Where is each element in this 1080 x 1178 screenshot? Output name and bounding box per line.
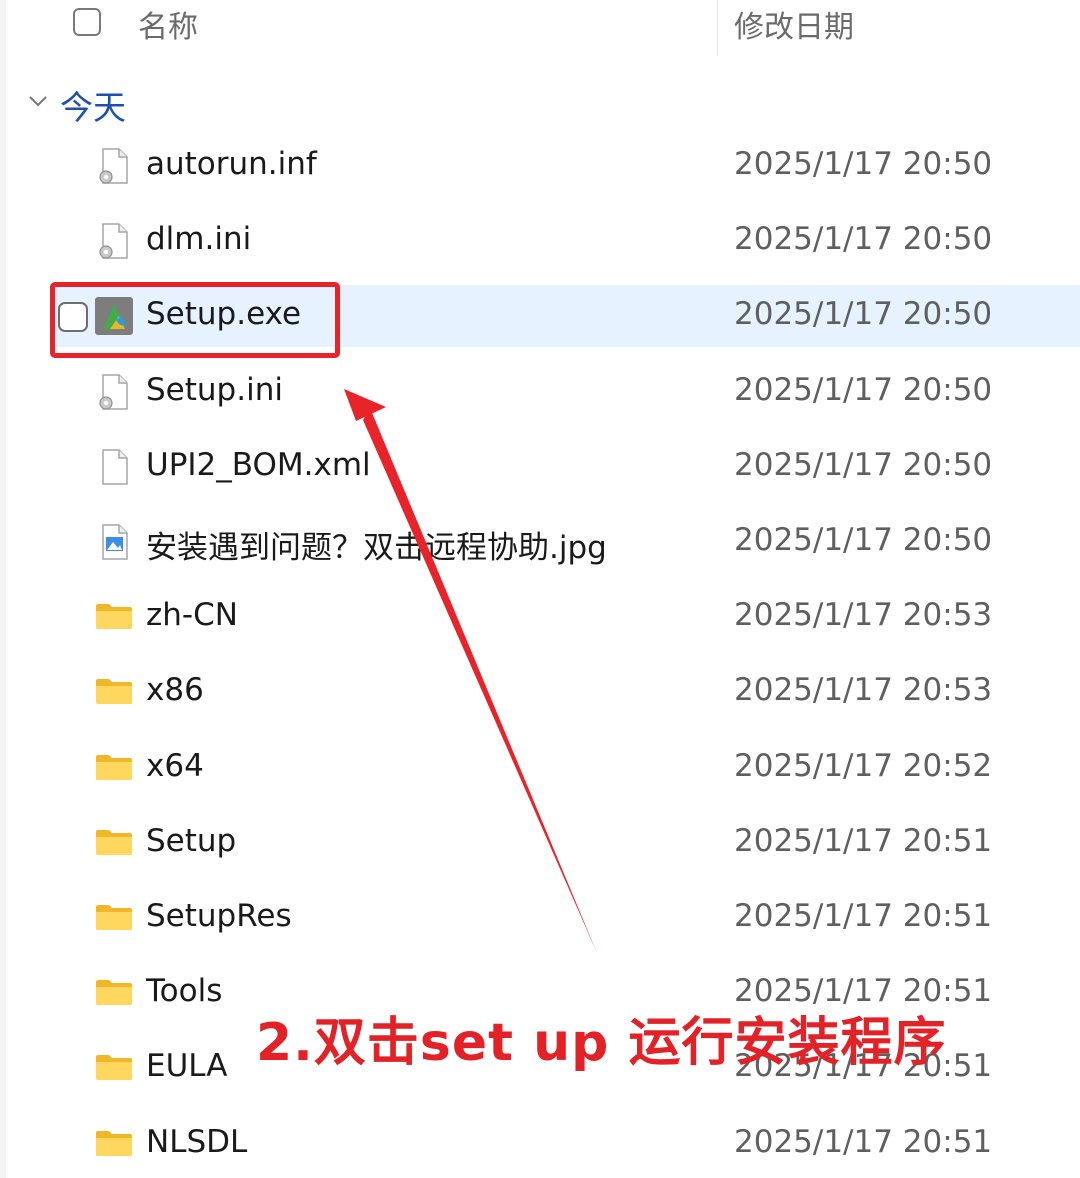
- file-name: Setup: [146, 822, 237, 859]
- file-name: 安装遇到问题？双击远程协助.jpg: [146, 530, 607, 566]
- file-date-modified: 2025/1/17 20:50: [734, 296, 993, 333]
- blank-file-icon: [94, 447, 134, 487]
- file-name: UPI2_BOM.xml: [146, 446, 371, 483]
- column-header: 名称 修改日期: [0, 0, 1080, 56]
- instruction-caption: 2.双击set up 运行安装程序: [256, 1013, 947, 1073]
- highlight-box: [50, 282, 340, 358]
- file-name: zh-CN: [146, 597, 238, 634]
- file-name: SetupRes: [146, 898, 292, 934]
- file-date-modified: 2025/1/17 20:51: [734, 1123, 993, 1160]
- file-name: NLSDL: [146, 1123, 248, 1160]
- file-row[interactable]: autorun.inf 2025/1/17 20:50: [0, 134, 1080, 198]
- config-file-icon: [94, 372, 134, 412]
- file-date-modified: 2025/1/17 20:52: [734, 747, 993, 784]
- file-date-modified: 2025/1/17 20:51: [734, 822, 993, 859]
- file-row[interactable]: Setup.ini 2025/1/17 20:50: [0, 360, 1080, 424]
- column-divider[interactable]: [717, 0, 718, 56]
- file-name: x86: [146, 672, 204, 709]
- file-name: dlm.ini: [146, 221, 252, 258]
- chevron-down-icon[interactable]: [26, 78, 50, 126]
- file-row[interactable]: SetupRes 2025/1/17 20:51: [0, 886, 1080, 950]
- folder-icon: [94, 1048, 134, 1088]
- file-date-modified: 2025/1/17 20:51: [734, 898, 993, 934]
- file-row[interactable]: Setup 2025/1/17 20:51: [0, 811, 1080, 875]
- select-all-checkbox[interactable]: [73, 8, 101, 36]
- file-date-modified: 2025/1/17 20:53: [734, 597, 993, 634]
- file-row[interactable]: dlm.ini 2025/1/17 20:50: [0, 209, 1080, 273]
- file-row[interactable]: zh-CN 2025/1/17 20:53: [0, 585, 1080, 649]
- file-name: x64: [146, 747, 204, 784]
- folder-icon: [94, 1124, 134, 1164]
- file-name: autorun.inf: [146, 146, 317, 182]
- folder-icon: [94, 823, 134, 863]
- folder-icon: [94, 973, 134, 1013]
- config-file-icon: [94, 146, 134, 186]
- folder-icon: [94, 898, 134, 938]
- file-name: Tools: [146, 973, 223, 1010]
- file-name: EULA: [146, 1048, 228, 1085]
- file-row[interactable]: 安装遇到问题？双击远程协助.jpg 2025/1/17 20:50: [0, 510, 1080, 574]
- group-label: 今天: [60, 88, 126, 127]
- file-name: Setup.ini: [146, 371, 283, 408]
- file-date-modified: 2025/1/17 20:50: [734, 146, 993, 182]
- image-file-icon: [94, 522, 134, 562]
- column-header-name[interactable]: 名称: [138, 2, 198, 46]
- file-row[interactable]: NLSDL 2025/1/17 20:51: [0, 1112, 1080, 1176]
- folder-icon: [94, 748, 134, 788]
- file-row[interactable]: UPI2_BOM.xml 2025/1/17 20:50: [0, 435, 1080, 499]
- column-header-date-modified[interactable]: 修改日期: [734, 2, 854, 46]
- config-file-icon: [94, 221, 134, 261]
- file-date-modified: 2025/1/17 20:50: [734, 221, 993, 258]
- file-date-modified: 2025/1/17 20:50: [734, 371, 993, 408]
- folder-icon: [94, 672, 134, 712]
- folder-icon: [94, 597, 134, 637]
- file-date-modified: 2025/1/17 20:53: [734, 672, 993, 709]
- file-date-modified: 2025/1/17 20:50: [734, 446, 993, 483]
- file-row[interactable]: x86 2025/1/17 20:53: [0, 660, 1080, 724]
- file-row[interactable]: x64 2025/1/17 20:52: [0, 736, 1080, 800]
- file-date-modified: 2025/1/17 20:50: [734, 522, 993, 558]
